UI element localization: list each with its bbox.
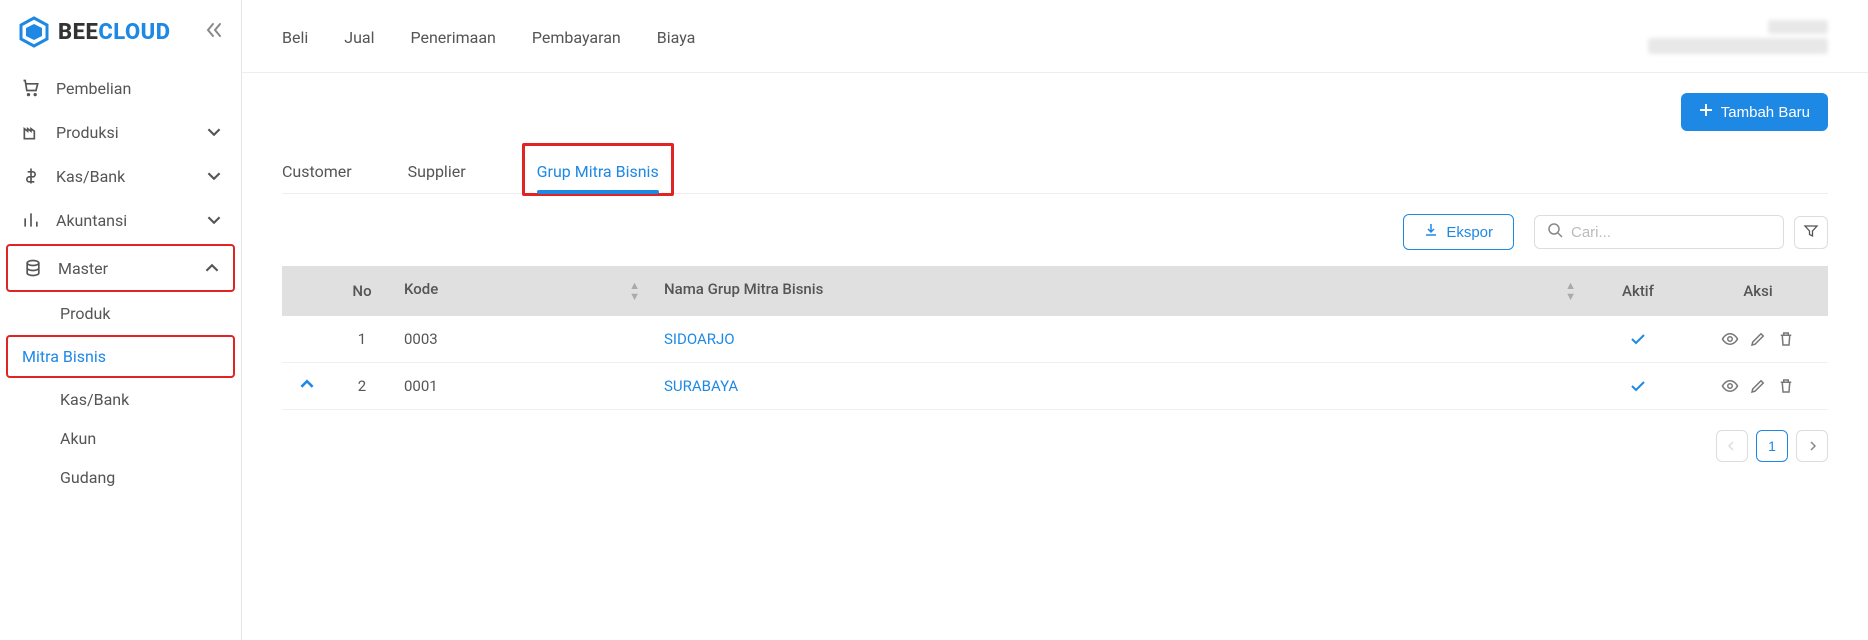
th-aksi: Aksi	[1688, 266, 1828, 316]
data-table: No Kode ▲▼ Nama Grup Mitra Bisnis ▲▼ Akt…	[282, 266, 1828, 410]
search-icon	[1547, 222, 1563, 242]
user-company-redacted	[1648, 38, 1828, 54]
topnav-jual[interactable]: Jual	[344, 28, 374, 47]
row-actions	[1700, 377, 1816, 395]
th-nama[interactable]: Nama Grup Mitra Bisnis ▲▼	[652, 266, 1588, 316]
check-icon	[1600, 377, 1676, 395]
cell-kode: 0003	[392, 316, 652, 363]
chevron-up-icon[interactable]	[300, 377, 314, 395]
sidebar-sub-akun[interactable]: Akun	[0, 419, 241, 458]
factory-icon	[20, 122, 42, 142]
logo-icon	[18, 16, 50, 48]
table-header-row: No Kode ▲▼ Nama Grup Mitra Bisnis ▲▼ Akt…	[282, 266, 1828, 316]
cell-aktif	[1588, 363, 1688, 410]
chevron-down-icon	[207, 125, 221, 139]
cell-nama[interactable]: SIDOARJO	[652, 316, 1588, 363]
th-kode[interactable]: Kode ▲▼	[392, 266, 652, 316]
user-name-redacted	[1768, 20, 1828, 34]
sidebar-item-label: Kas/Bank	[56, 167, 125, 186]
cell-aktif	[1588, 316, 1688, 363]
chevron-down-icon	[207, 169, 221, 183]
page-prev[interactable]	[1716, 430, 1748, 462]
search-box[interactable]	[1534, 215, 1784, 249]
chevron-down-icon	[207, 213, 221, 227]
search-wrap	[1534, 215, 1828, 249]
user-area[interactable]	[1648, 20, 1828, 54]
action-row: Tambah Baru	[282, 93, 1828, 131]
page-next[interactable]	[1796, 430, 1828, 462]
search-input[interactable]	[1571, 224, 1771, 241]
cart-icon	[20, 78, 42, 98]
sidebar-item-master[interactable]: Master	[8, 246, 233, 290]
th-aktif: Aktif	[1588, 266, 1688, 316]
row-actions	[1700, 330, 1816, 348]
topnav-penerimaan[interactable]: Penerimaan	[410, 28, 495, 47]
check-icon	[1600, 330, 1676, 348]
sidebar-sub-mitra-bisnis[interactable]: Mitra Bisnis	[8, 337, 233, 376]
th-expand	[282, 266, 332, 316]
table-row: 10003SIDOARJO	[282, 316, 1828, 363]
sidebar-sub-produk[interactable]: Produk	[0, 294, 241, 333]
main: Beli Jual Penerimaan Pembayaran Biaya Ta…	[242, 0, 1868, 640]
sidebar-sub-gudang[interactable]: Gudang	[0, 458, 241, 497]
cell-nama[interactable]: SURABAYA	[652, 363, 1588, 410]
sidebar-item-label: Akuntansi	[56, 211, 127, 230]
sidebar-item-pembelian[interactable]: Pembelian	[0, 66, 241, 110]
th-no: No	[332, 266, 392, 316]
sidebar-item-kasbank[interactable]: Kas/Bank	[0, 154, 241, 198]
filter-button[interactable]	[1794, 216, 1828, 249]
pagination: 1	[282, 430, 1828, 462]
chevron-up-icon	[205, 261, 219, 275]
database-icon	[22, 258, 44, 278]
add-button[interactable]: Tambah Baru	[1681, 93, 1828, 131]
filter-icon	[1803, 223, 1819, 242]
tabs: Customer Supplier Grup Mitra Bisnis	[282, 143, 1828, 194]
tab-supplier[interactable]: Supplier	[408, 150, 466, 193]
topbar: Beli Jual Penerimaan Pembayaran Biaya	[242, 0, 1868, 64]
delete-icon[interactable]	[1777, 330, 1795, 348]
logo-row: BEECLOUD	[0, 0, 241, 60]
add-button-label: Tambah Baru	[1721, 104, 1810, 121]
table-toolbar: Ekspor	[282, 214, 1828, 250]
sort-icon: ▲▼	[629, 280, 640, 302]
edit-icon[interactable]	[1749, 330, 1767, 348]
export-button[interactable]: Ekspor	[1403, 214, 1514, 250]
sidebar-collapse-button[interactable]	[203, 20, 223, 44]
content: Tambah Baru Customer Supplier Grup Mitra…	[242, 73, 1868, 482]
sort-icon: ▲▼	[1565, 280, 1576, 302]
highlight-master: Master	[6, 244, 235, 292]
topnav-pembayaran[interactable]: Pembayaran	[532, 28, 621, 47]
export-button-label: Ekspor	[1446, 224, 1493, 241]
highlight-tab-grup: Grup Mitra Bisnis	[522, 143, 674, 196]
table-row: 20001SURABAYA	[282, 363, 1828, 410]
page-1[interactable]: 1	[1756, 430, 1788, 462]
sidebar-sub-kasbank[interactable]: Kas/Bank	[0, 380, 241, 419]
sidebar-item-akuntansi[interactable]: Akuntansi	[0, 198, 241, 242]
topnav-biaya[interactable]: Biaya	[657, 28, 696, 47]
sidebar-item-label: Produksi	[56, 123, 119, 142]
plus-icon	[1699, 103, 1713, 121]
topnav-beli[interactable]: Beli	[282, 28, 308, 47]
download-icon	[1424, 223, 1438, 241]
sidebar: BEECLOUD Pembelian Produksi	[0, 0, 242, 640]
highlight-mitra-bisnis: Mitra Bisnis	[6, 335, 235, 378]
sidebar-item-label: Pembelian	[56, 79, 131, 98]
bars-icon	[20, 210, 42, 230]
dollar-icon	[20, 166, 42, 186]
tab-grup-mitra-bisnis[interactable]: Grup Mitra Bisnis	[537, 150, 659, 193]
logo-text: BEECLOUD	[58, 20, 170, 45]
sidebar-item-produksi[interactable]: Produksi	[0, 110, 241, 154]
view-icon[interactable]	[1721, 377, 1739, 395]
delete-icon[interactable]	[1777, 377, 1795, 395]
sidebar-item-label: Master	[58, 259, 108, 278]
cell-no: 2	[332, 363, 392, 410]
cell-no: 1	[332, 316, 392, 363]
tab-customer[interactable]: Customer	[282, 150, 352, 193]
cell-kode: 0001	[392, 363, 652, 410]
sidebar-nav: Pembelian Produksi Kas/Bank	[0, 60, 241, 503]
view-icon[interactable]	[1721, 330, 1739, 348]
edit-icon[interactable]	[1749, 377, 1767, 395]
